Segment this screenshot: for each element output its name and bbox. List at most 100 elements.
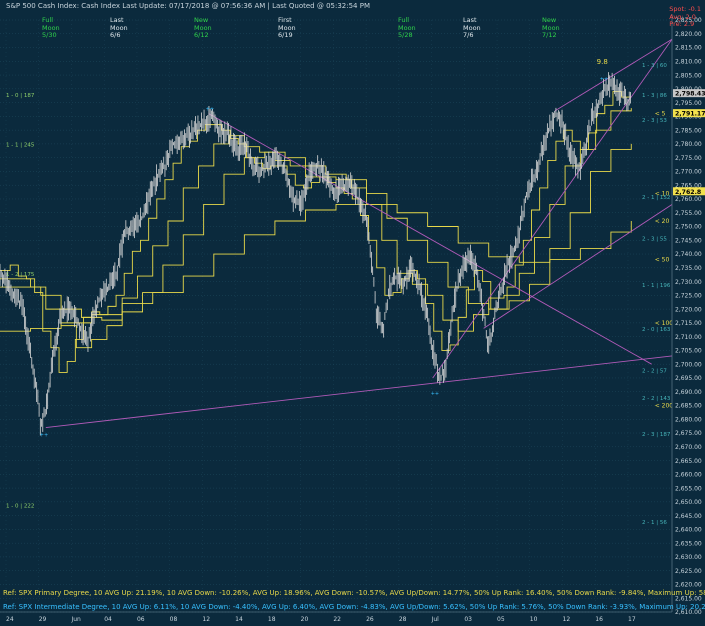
y-tick-label: 2,735.00 (675, 265, 702, 272)
moon-phase-date: 6/12 (194, 31, 209, 40)
y-tick-label: 2,655.00 (675, 485, 702, 492)
swing-marker: ++ (206, 107, 214, 113)
moon-phase-3: First Moon 6/19 (278, 16, 296, 40)
y-tick-label: 2,780.00 (675, 141, 702, 148)
y-tick-label: 2,670.00 (675, 444, 702, 451)
y-tick-label: 2,675.00 (675, 430, 702, 437)
ref-intermediate-degree: Ref: SPX Intermediate Degree, 10 AVG Up:… (3, 603, 705, 611)
y-tick-label: 2,695.00 (675, 375, 702, 382)
peak-label: 9.8 (597, 58, 608, 66)
y-tick-label: 2,630.00 (675, 554, 702, 561)
y-tick-label: 2,805.00 (675, 72, 702, 79)
x-tick-label: 12 (563, 616, 571, 623)
y-tick-label: 2,650.00 (675, 499, 702, 506)
moon-phase-date: 5/28 (398, 31, 413, 40)
y-axis-layer: 2,610.002,615.002,620.002,625.002,630.00… (671, 14, 705, 618)
x-tick-label: 22 (333, 616, 341, 623)
moon-phase-0: Full Moon 5/30 (42, 16, 60, 40)
y-tick-label: 2,820.00 (675, 31, 702, 38)
x-tick-label: 20 (301, 616, 309, 623)
legend-entry: Pre: 2.9 (669, 20, 695, 29)
y-tick-label: 2,745.00 (675, 237, 702, 244)
y-tick-label: 2,645.00 (675, 513, 702, 520)
y-tick-label: 2,640.00 (675, 527, 702, 534)
moon-phase-6: New Moon 7/12 (542, 16, 560, 40)
x-tick-label: 10 (530, 616, 538, 623)
y-tick-label: 2,785.00 (675, 127, 702, 134)
cycle-label-left: 1 - 2 | 175 (6, 272, 35, 278)
moon-phase-date: 7/6 (463, 31, 474, 40)
x-tick-label: Jun (70, 616, 81, 623)
x-tick-label: 06 (137, 616, 145, 623)
ma-5-line (0, 91, 632, 373)
ref-primary-degree: Ref: SPX Primary Degree, 10 AVG Up: 21.1… (3, 589, 705, 597)
moon-phase-date: 6/19 (278, 31, 293, 40)
y-tick-label: 2,635.00 (675, 540, 702, 547)
cycle-label-right: 2 - 2 | 143 (642, 396, 671, 402)
cycle-label-left: 1 - 0 | 187 (6, 93, 35, 99)
cycle-label-right: 1 - 1 | 196 (642, 283, 671, 289)
grid-layer (0, 19, 672, 613)
cycle-label-right: 2 - 1 | 152 (642, 195, 670, 201)
y-tick-label: 2,795.00 (675, 100, 702, 107)
swing-marker: ++ (40, 433, 48, 439)
y-tick-label: 2,730.00 (675, 279, 702, 286)
chart-window: { "header": { "title": "S&P 500 Cash Ind… (0, 0, 705, 626)
y-tick-label: 2,700.00 (675, 361, 702, 368)
y-tick-label: 2,685.00 (675, 403, 702, 410)
cycle-label-right: 1 - 3 | 60 (642, 63, 667, 69)
y-tick-label: 2,760.00 (675, 196, 702, 203)
ma-label: < 100 (655, 320, 674, 327)
x-tick-label: 17 (628, 616, 636, 623)
moon-phase-date: 7/12 (542, 31, 557, 40)
y-tick-label: 2,625.00 (675, 568, 702, 575)
trendline (432, 39, 673, 379)
x-tick-label: 24 (6, 616, 14, 623)
chart-header-title: S&P 500 Cash Index: Cash Index Last Upda… (6, 2, 370, 10)
x-tick-label: Jul (431, 616, 440, 623)
moon-phase-4: Full Moon 5/28 (398, 16, 416, 40)
cycle-label-right: 1 - 3 | 86 (642, 93, 667, 99)
y-tick-label: 2,665.00 (675, 458, 702, 465)
cycle-label-right: 2 - 3 | 53 (642, 118, 667, 124)
x-tick-label: 03 (464, 616, 472, 623)
moon-phase-5: Last Moon 7/6 (463, 16, 481, 40)
x-tick-label: 29 (39, 616, 47, 623)
ma-label: < 20 (655, 218, 670, 225)
legend: Spot: -0.1 Avg: 2.0 Pre: 2.9 (669, 5, 701, 29)
swing-marker: ++ (600, 76, 608, 82)
y-tick-label: 2,815.00 (675, 45, 702, 52)
y-tick-label: 2,755.00 (675, 210, 702, 217)
moving-average-layer (0, 91, 632, 373)
x-tick-label: 18 (268, 616, 276, 623)
ma-label: < 50 (655, 257, 670, 264)
y-tick-label: 2,740.00 (675, 251, 702, 258)
cycle-label-right: 2 - 1 | 56 (642, 520, 667, 526)
y-tick-label: 2,710.00 (675, 334, 702, 341)
y-tick-label: 2,705.00 (675, 348, 702, 355)
x-tick-label: 05 (497, 616, 505, 623)
y-tick-label: 2,725.00 (675, 293, 702, 300)
trendline-layer (45, 38, 673, 428)
price-tag-label: 2,762.8 (675, 189, 701, 196)
price-tag-label: 2,791.17 (675, 111, 705, 118)
y-tick-label: 2,810.00 (675, 59, 702, 66)
chart-canvas: ++++++++ 9.8< 5< 10< 20< 50< 100< 2001 -… (0, 14, 705, 623)
y-tick-label: 2,770.00 (675, 169, 702, 176)
y-tick-label: 2,775.00 (675, 155, 702, 162)
y-tick-label: 2,750.00 (675, 224, 702, 231)
y-tick-label: 2,680.00 (675, 416, 702, 423)
y-tick-label: 2,660.00 (675, 472, 702, 479)
x-tick-label: 12 (202, 616, 210, 623)
trendline (45, 355, 673, 428)
cycle-label-right: 2 - 3 | 187 (642, 432, 671, 438)
y-tick-label: 2,690.00 (675, 389, 702, 396)
moon-phase-2: New Moon 6/12 (194, 16, 212, 40)
cycle-label-right: 2 - 2 | 57 (642, 368, 667, 374)
moon-phase-date: 6/6 (110, 31, 121, 40)
y-tick-label: 2,620.00 (675, 582, 702, 589)
x-tick-label: 28 (399, 616, 407, 623)
price-tag-label: 2,798.43 (675, 91, 705, 98)
cycle-label-right: 2 - 0 | 163 (642, 327, 671, 333)
moon-phase-date: 5/30 (42, 31, 57, 40)
